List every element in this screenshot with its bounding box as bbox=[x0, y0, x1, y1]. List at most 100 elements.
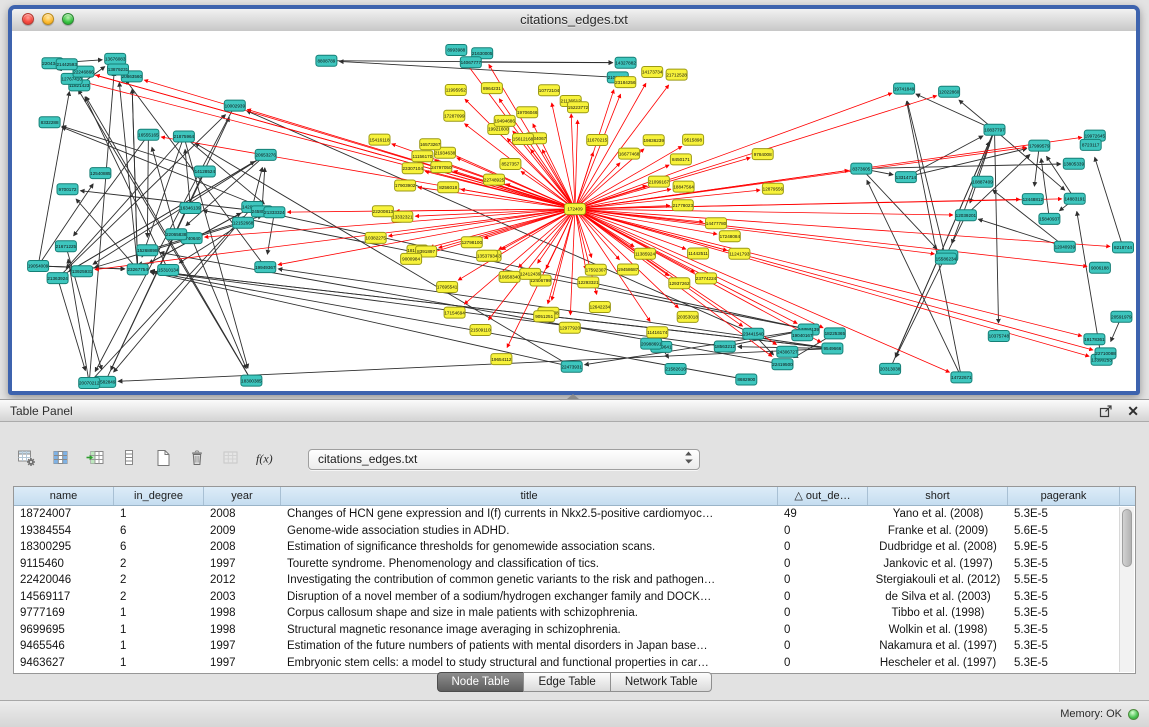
float-panel-icon[interactable] bbox=[1099, 404, 1113, 418]
network-node[interactable]: 12039201 bbox=[955, 210, 976, 221]
table-row[interactable]: 2242004622012Investigating the contribut… bbox=[14, 572, 1135, 589]
network-node[interactable]: 21875964 bbox=[173, 131, 194, 142]
column-header-name[interactable]: name bbox=[14, 487, 114, 505]
network-node[interactable]: 12642234 bbox=[589, 302, 610, 313]
network-node[interactable]: 9051251 bbox=[534, 311, 555, 322]
network-node[interactable]: 14067777 bbox=[460, 57, 481, 68]
table-row[interactable]: 1830029562008Estimation of significance … bbox=[14, 539, 1135, 556]
column-header-short[interactable]: short bbox=[868, 487, 1008, 505]
network-node[interactable]: 15310134 bbox=[158, 265, 179, 276]
network-node[interactable]: 12448812 bbox=[1022, 194, 1043, 205]
network-node[interactable]: 19458687 bbox=[618, 264, 639, 275]
column-header-year[interactable]: year bbox=[204, 487, 281, 505]
network-node[interactable]: 8527357 bbox=[500, 159, 521, 170]
network-node[interactable]: 17154694 bbox=[444, 307, 465, 318]
network-node[interactable]: 13537934 bbox=[477, 250, 498, 261]
table-row[interactable]: 911546021997Tourette syndrome. Phenomeno… bbox=[14, 556, 1135, 573]
close-panel-icon[interactable]: ✕ bbox=[1127, 404, 1139, 418]
network-node[interactable]: 8808789 bbox=[316, 55, 337, 66]
network-node[interactable]: 23774224 bbox=[696, 273, 717, 284]
function-builder-button[interactable]: f(x) bbox=[252, 447, 278, 471]
network-node[interactable]: 20070212 bbox=[79, 378, 100, 389]
network-node[interactable]: 21712528 bbox=[666, 69, 687, 80]
column-header-out_degree[interactable]: △ out_de… bbox=[778, 487, 868, 505]
network-node[interactable]: 21778023 bbox=[672, 200, 693, 211]
network-node[interactable]: 9515898 bbox=[683, 134, 704, 145]
network-node[interactable]: 23441540 bbox=[743, 328, 764, 339]
network-node[interactable]: 11241793 bbox=[729, 248, 750, 259]
network-node[interactable]: 19054009 bbox=[28, 261, 49, 272]
network-node[interactable]: 13805339 bbox=[1063, 158, 1084, 169]
network-node[interactable]: 24797050 bbox=[431, 162, 452, 173]
window-close-button[interactable] bbox=[22, 13, 34, 25]
network-node[interactable]: 19949367 bbox=[255, 262, 276, 273]
network-node[interactable]: 12977920 bbox=[559, 322, 580, 333]
network-node[interactable]: 13879231 bbox=[108, 64, 129, 75]
network-node[interactable]: 10382275 bbox=[365, 232, 386, 243]
network-node[interactable]: 11442511 bbox=[688, 248, 709, 259]
table-row[interactable]: 1456911722003Disruption of a novel membe… bbox=[14, 589, 1135, 606]
network-node[interactable]: 9549666 bbox=[822, 343, 843, 354]
network-node[interactable]: 8450171 bbox=[670, 154, 691, 165]
network-node[interactable]: 22419500 bbox=[772, 359, 793, 370]
network-node[interactable]: 18563212 bbox=[714, 341, 735, 352]
network-node[interactable]: 14173734 bbox=[642, 67, 663, 78]
network-node[interactable]: 17695541 bbox=[437, 282, 458, 293]
network-node[interactable]: 19706046 bbox=[517, 107, 538, 118]
import-table-button[interactable] bbox=[218, 447, 244, 471]
network-node[interactable]: 10772104 bbox=[539, 85, 560, 96]
network-node[interactable]: 20591979 bbox=[1111, 311, 1132, 322]
network-node[interactable]: 16555165 bbox=[138, 129, 159, 140]
network-node[interactable]: 9006188 bbox=[1089, 262, 1110, 273]
network-node[interactable]: 8993988 bbox=[446, 45, 467, 56]
network-node[interactable]: 12293321 bbox=[578, 277, 599, 288]
network-node[interactable]: 13314714 bbox=[895, 172, 916, 183]
tab-edge-table[interactable]: Edge Table bbox=[523, 672, 610, 692]
window-titlebar[interactable]: citations_edges.txt bbox=[12, 9, 1136, 32]
network-node[interactable]: 10375748 bbox=[988, 331, 1009, 342]
network-node[interactable]: 11385924 bbox=[635, 248, 656, 259]
network-node[interactable]: 20653276 bbox=[255, 149, 276, 160]
network-node[interactable]: 22065838 bbox=[166, 229, 187, 240]
network-node[interactable]: 16677468 bbox=[619, 148, 640, 159]
network-node[interactable]: 15586234 bbox=[935, 253, 956, 264]
network-node[interactable]: 21099167 bbox=[648, 176, 669, 187]
network-node[interactable]: 10658340 bbox=[499, 271, 520, 282]
network-node[interactable]: 10887409 bbox=[972, 176, 993, 187]
network-node[interactable]: 19178361 bbox=[1084, 334, 1105, 345]
create-column-button[interactable] bbox=[82, 447, 108, 471]
column-header-pagerank[interactable]: pagerank bbox=[1008, 487, 1120, 505]
network-node[interactable]: 8682900 bbox=[736, 374, 757, 385]
table-row[interactable]: 946554611997Estimation of the future num… bbox=[14, 638, 1135, 655]
network-node[interactable]: 9700172 bbox=[57, 184, 78, 195]
window-minimize-button[interactable] bbox=[42, 13, 54, 25]
network-node[interactable]: 22710088 bbox=[1095, 348, 1116, 359]
network-node[interactable]: 10837797 bbox=[984, 124, 1005, 135]
network-node[interactable]: 10002939 bbox=[224, 100, 245, 111]
network-node[interactable]: 11995952 bbox=[445, 85, 466, 96]
show-columns-button[interactable] bbox=[48, 447, 74, 471]
network-node[interactable]: 23307104 bbox=[402, 163, 423, 174]
network-canvas[interactable]: 2204344311821423127674102224686621442593… bbox=[12, 31, 1136, 391]
network-node[interactable]: 13925931 bbox=[72, 266, 93, 277]
network-node[interactable]: 17248084 bbox=[719, 231, 740, 242]
network-node[interactable]: 13332321 bbox=[392, 211, 413, 222]
delete-table-button[interactable] bbox=[184, 447, 210, 471]
network-node[interactable]: 15268898 bbox=[137, 245, 158, 256]
table-row[interactable]: 977716911998Corpus callosum shape and si… bbox=[14, 605, 1135, 622]
table-mode-button[interactable] bbox=[14, 447, 40, 471]
network-node[interactable]: 9000984 bbox=[401, 253, 422, 264]
network-node[interactable]: 9784008 bbox=[752, 149, 773, 160]
network-node[interactable]: 22200813 bbox=[372, 206, 393, 217]
network-node[interactable]: 15612168 bbox=[513, 134, 534, 145]
network-node[interactable]: 12540885 bbox=[90, 168, 111, 179]
network-node[interactable]: 14883191 bbox=[1064, 193, 1085, 204]
network-node[interactable]: 17999579 bbox=[1029, 140, 1050, 151]
network-node[interactable]: 16346139 bbox=[180, 203, 201, 214]
network-node[interactable]: 11416174 bbox=[647, 327, 668, 338]
network-node[interactable]: 8256018 bbox=[438, 182, 459, 193]
network-node[interactable]: 21333324 bbox=[264, 207, 285, 218]
network-node[interactable]: 19040167 bbox=[792, 330, 813, 341]
network-node[interactable]: 14327882 bbox=[615, 57, 636, 68]
network-node[interactable]: 14477780 bbox=[706, 218, 727, 229]
